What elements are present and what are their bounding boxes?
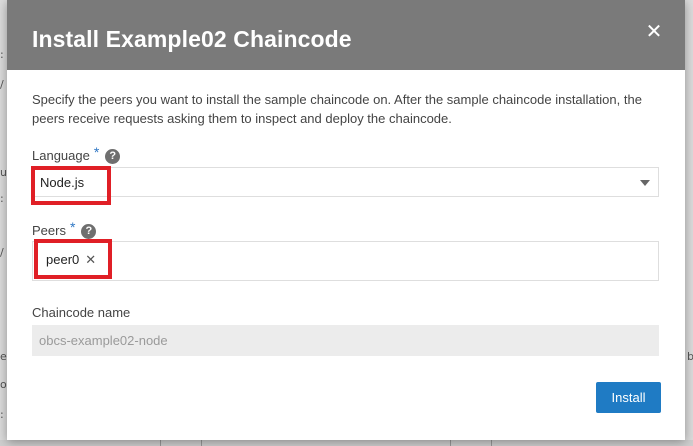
required-asterisk: * bbox=[69, 219, 76, 235]
peers-label-row: Peers *? bbox=[32, 219, 97, 239]
background-fragment: u bbox=[0, 166, 7, 179]
chevron-down-icon[interactable] bbox=[640, 180, 650, 186]
language-label: Language bbox=[32, 148, 90, 163]
background-fragment: / bbox=[0, 246, 4, 259]
chaincode-name-label: Chaincode name bbox=[32, 305, 131, 320]
background-fragment: : bbox=[0, 48, 4, 61]
install-chaincode-dialog: Install Example02 Chaincode ✕ Specify th… bbox=[7, 0, 685, 440]
language-label-row: Language *? bbox=[32, 144, 121, 164]
install-button[interactable]: Install bbox=[596, 382, 661, 413]
peers-label: Peers bbox=[32, 223, 66, 238]
background-fragment: b bbox=[687, 350, 693, 363]
help-icon[interactable]: ? bbox=[81, 224, 97, 239]
remove-chip-icon[interactable]: ✕ bbox=[85, 253, 96, 268]
close-icon[interactable]: ✕ bbox=[645, 21, 663, 41]
background-fragment: : bbox=[0, 408, 4, 421]
peer-chip-label: peer0 bbox=[46, 252, 80, 267]
peers-multiselect[interactable]: peer0 ✕ bbox=[32, 241, 659, 281]
help-icon[interactable]: ? bbox=[105, 149, 121, 164]
background-fragment: : bbox=[0, 192, 4, 205]
background-strip bbox=[0, 440, 693, 446]
peer-chip: peer0 ✕ bbox=[46, 252, 96, 268]
required-asterisk: * bbox=[93, 144, 100, 160]
language-select[interactable]: Node.js bbox=[32, 167, 659, 197]
dialog-header: Install Example02 Chaincode ✕ bbox=[7, 0, 685, 70]
language-select-value: Node.js bbox=[40, 175, 85, 190]
background-fragment: e bbox=[0, 350, 7, 363]
dialog-title: Install Example02 Chaincode bbox=[32, 26, 352, 52]
chaincode-name-input[interactable] bbox=[32, 325, 659, 356]
dialog-description: Specify the peers you want to install th… bbox=[32, 92, 642, 126]
background-fragment: o bbox=[0, 378, 7, 391]
background-fragment: / bbox=[0, 78, 4, 91]
chaincode-name-field[interactable] bbox=[32, 325, 659, 356]
